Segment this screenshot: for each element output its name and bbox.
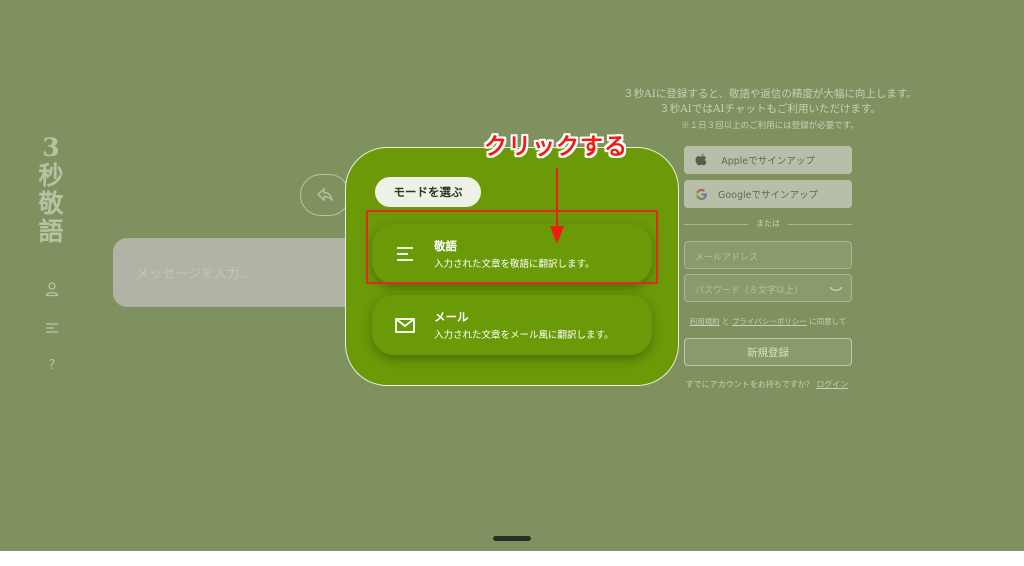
eye-closed-icon[interactable] [829, 284, 843, 294]
login-prompt-text: すでにアカウントをお持ちですか？ [685, 380, 814, 389]
user-icon[interactable] [44, 281, 60, 297]
logo-char: 語 [38, 217, 64, 246]
privacy-link[interactable]: プライバシーポリシー [732, 317, 807, 326]
reply-icon [316, 187, 333, 202]
help-icon[interactable]: ? [44, 358, 60, 374]
list-icon[interactable] [44, 320, 60, 336]
password-field[interactable]: パスワード（８文字以上） [684, 274, 852, 302]
highlight-box [366, 210, 658, 284]
arrow-down-icon [550, 168, 564, 244]
message-placeholder: メッセージを入力... [136, 267, 253, 282]
login-link[interactable]: ログイン [816, 380, 848, 389]
mode-option-description: 入力された文章をメール風に翻訳します。 [434, 330, 614, 341]
apple-signup-label: Appleでサインアップ [721, 156, 815, 167]
google-signup-button[interactable]: Googleでサインアップ [684, 180, 852, 208]
logo-char: 秒 [38, 161, 64, 190]
registration-promo-line1: ３秒AIに登録すると、敬語や返信の精度が大幅に向上します。 [623, 88, 917, 100]
terms-and: と [721, 317, 730, 326]
home-indicator [493, 536, 531, 541]
click-callout: クリックする [484, 134, 628, 160]
login-prompt: すでにアカウントをお持ちですか？ ログイン [672, 379, 862, 390]
mode-option-mail[interactable]: メール 入力された文章をメール風に翻訳します。 [372, 295, 652, 355]
mode-select-title: モードを選ぶ [375, 177, 481, 207]
reply-button[interactable] [300, 174, 350, 216]
logo-char: 敬 [38, 189, 64, 218]
mail-icon [394, 315, 416, 335]
registration-promo-line2: ３秒AIではAIチャットもご利用いただけます。 [659, 103, 881, 115]
terms-agree: に同意して [809, 317, 847, 326]
divider-line [788, 224, 852, 225]
terms-link[interactable]: 利用規約 [690, 317, 720, 326]
google-signup-label: Googleでサインアップ [717, 190, 818, 201]
apple-signup-button[interactable]: Appleでサインアップ [684, 146, 852, 174]
email-field[interactable]: メールアドレス [684, 241, 852, 269]
or-divider: または [684, 218, 852, 230]
mode-option-title: メール [434, 310, 469, 324]
logo-char: 3 [42, 133, 60, 162]
bottom-strip [0, 551, 1024, 566]
email-placeholder: メールアドレス [695, 253, 759, 263]
terms-consent: 利用規約 と プライバシーポリシー に同意して [684, 316, 852, 327]
password-placeholder: パスワード（８文字以上） [695, 286, 804, 296]
signup-button[interactable]: 新規登録 [684, 338, 852, 366]
app-logo-vertical: 3 秒 敬 語 [36, 134, 66, 246]
